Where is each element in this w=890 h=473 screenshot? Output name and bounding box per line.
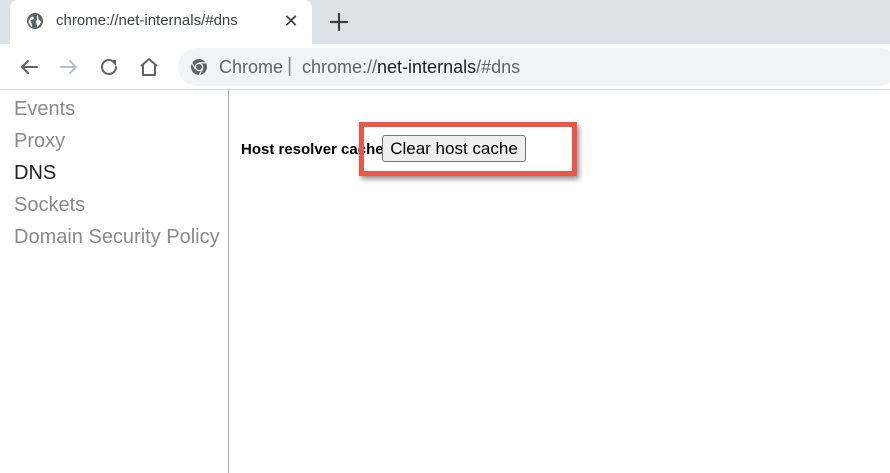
new-tab-plus-icon[interactable] (326, 9, 352, 35)
tab-strip: chrome://net-internals/#dns ✕ (0, 0, 890, 44)
sidebar-item-events[interactable]: Events (14, 98, 75, 121)
url-scheme: chrome:// (302, 57, 378, 77)
browser-toolbar: Chrome | chrome://net-internals/#dns (0, 44, 890, 90)
tab-title: chrome://net-internals/#dns (56, 12, 238, 29)
chrome-logo-icon (191, 59, 207, 76)
home-icon[interactable] (137, 55, 161, 79)
site-chip-label: Chrome (219, 57, 284, 77)
sidebar-item-domain-security-policy[interactable]: Domain Security Policy (14, 226, 220, 249)
omnibox-separator: | (287, 55, 293, 77)
sidebar-item-sockets[interactable]: Sockets (14, 194, 85, 217)
net-internals-sidebar: Events Proxy DNS Sockets Domain Security… (0, 90, 229, 473)
globe-icon (27, 13, 43, 29)
dns-panel: Host resolver cache Clear host cache (230, 90, 890, 473)
address-bar[interactable]: Chrome | chrome://net-internals/#dns (178, 48, 890, 86)
clear-host-cache-button[interactable]: Clear host cache (382, 135, 526, 162)
back-arrow-icon[interactable] (17, 55, 41, 79)
url-path: /#dns (476, 57, 521, 77)
forward-arrow-icon[interactable] (57, 55, 81, 79)
reload-icon[interactable] (97, 55, 121, 79)
tab-active[interactable]: chrome://net-internals/#dns ✕ (10, 0, 312, 44)
sidebar-item-proxy[interactable]: Proxy (14, 130, 65, 153)
sidebar-item-dns[interactable]: DNS (14, 162, 56, 185)
close-icon[interactable]: ✕ (282, 12, 300, 30)
url-host: net-internals (377, 57, 477, 77)
url-text[interactable]: chrome://net-internals/#dns (302, 57, 520, 78)
host-resolver-cache-label: Host resolver cache (241, 141, 384, 158)
